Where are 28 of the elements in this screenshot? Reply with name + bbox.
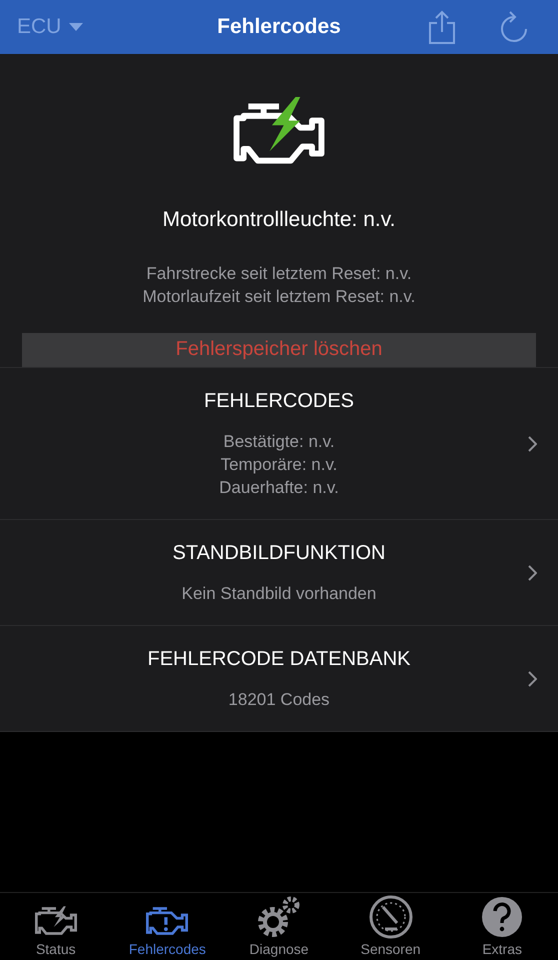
section-detail: Dauerhafte: n.v. [219, 477, 339, 499]
section-row[interactable]: FEHLERCODES Bestätigte: n.v. Temporäre: n.v. Dauerhafte: n.v. [0, 368, 558, 520]
refresh-icon[interactable] [500, 11, 528, 43]
section-row[interactable]: STANDBILDFUNKTION Kein Standbild vorhanden [0, 520, 558, 626]
share-icon[interactable] [428, 10, 456, 44]
caret-icon [69, 23, 84, 31]
tab[interactable]: Extras [452, 893, 552, 960]
section-detail: Kein Standbild vorhanden [182, 583, 376, 605]
chevron-icon [527, 564, 537, 580]
screen-title: Fehlercodes [217, 15, 341, 39]
section-detail: Temporäre: n.v. [220, 454, 338, 476]
tab[interactable]: Diagnose [228, 893, 329, 960]
help-icon [480, 895, 524, 939]
detail-text: Fahrstrecke seit letztem Reset: n.v. [145, 262, 413, 285]
section-detail: 18201 Codes [228, 689, 330, 711]
section-title: FEHLERCODE DATENBANK [147, 648, 410, 671]
tab[interactable]: Status [6, 893, 106, 960]
tab[interactable]: Fehlercodes [117, 893, 218, 960]
detail-text: Motorlaufzeit seit letztem Reset: n.v. [142, 286, 416, 308]
tab[interactable]: Sensoren [340, 893, 441, 960]
chevron-icon [527, 670, 537, 686]
chevron-icon [527, 436, 537, 452]
section-title: FEHLERCODES [204, 390, 354, 413]
section-title: STANDBILDFUNKTION [172, 542, 386, 565]
section-row[interactable]: FEHLERCODE DATENBANK 18201 Codes [0, 626, 558, 732]
gauge-icon [368, 895, 413, 939]
lamp-status: Motorkontrollleuchte: n.v. [162, 208, 396, 232]
section-detail: Bestätigte: n.v. [222, 431, 336, 453]
